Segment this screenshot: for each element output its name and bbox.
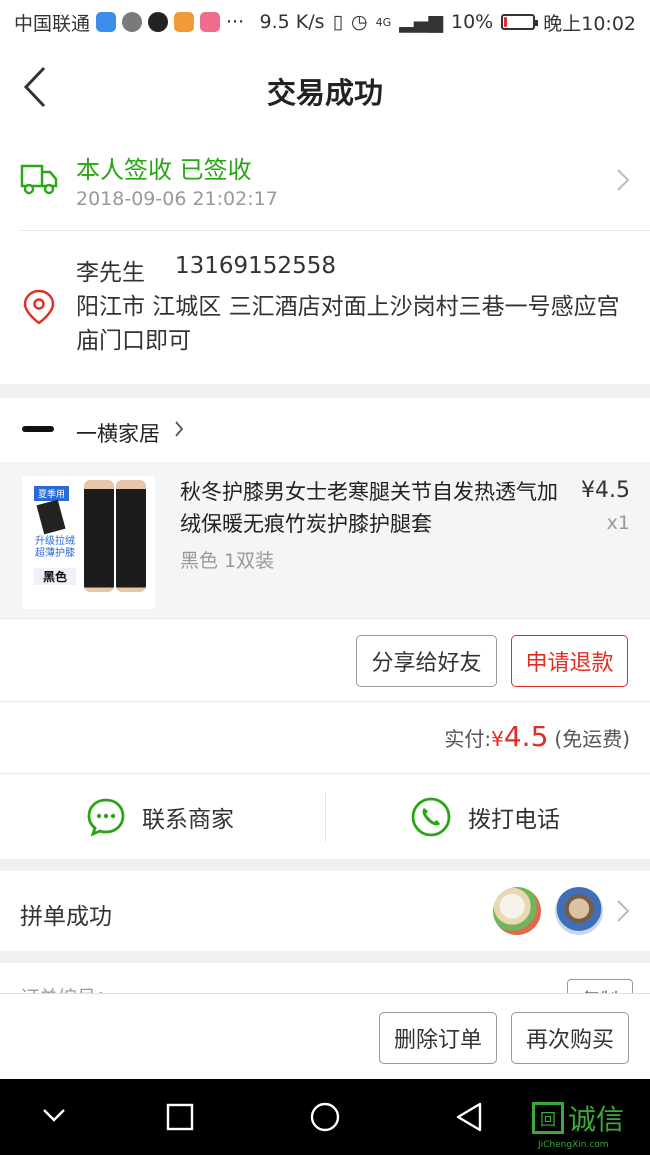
share-button[interactable]: 分享给好友 xyxy=(356,635,497,687)
avatar xyxy=(555,887,603,935)
recipient-name: 李先生 xyxy=(76,260,145,286)
payment-currency: ¥ xyxy=(491,727,504,751)
shop-row[interactable]: 一横家居 xyxy=(0,398,650,462)
nav-header: 交易成功 xyxy=(0,44,650,130)
recent-apps-icon[interactable] xyxy=(166,1103,194,1131)
video-app-icon xyxy=(174,12,195,32)
location-pin-icon xyxy=(23,289,55,325)
group-buy-label: 拼单成功 xyxy=(20,904,112,930)
vibrate-icon: ▯ xyxy=(332,11,344,33)
product-thumbnail: 夏季用 升级拉绒 超薄护膝 黑色 xyxy=(22,476,155,609)
payment-row: 实付: ¥4.5 (免运费) xyxy=(444,720,630,753)
payment-label: 实付: xyxy=(444,727,492,751)
delete-order-button[interactable]: 删除订单 xyxy=(379,1012,497,1064)
order-info: 订单编号： 复制 xyxy=(0,963,650,993)
chevron-right-icon xyxy=(617,900,630,922)
watermark-subtext: JiChengXin.com xyxy=(538,1140,609,1150)
contact-merchant-label: 联系商家 xyxy=(142,807,234,833)
thumb-color: 黑色 xyxy=(34,568,76,585)
knee-pad-right xyxy=(116,480,146,592)
contact-row: 联系商家 拨打电话 xyxy=(0,773,650,859)
watermark-text: 诚信 xyxy=(568,1103,625,1136)
battery-percent: 10% xyxy=(451,11,494,33)
order-detail-screen: 中国联通 ··· 9.5 K/s ▯ ◷ 4G ▂▄▆ 10% 晚上10:02 … xyxy=(0,0,650,1155)
knee-pad-shape-small xyxy=(36,499,66,535)
payment-value: 4.5 xyxy=(503,720,549,753)
call-phone-button[interactable]: 拨打电话 xyxy=(410,774,560,860)
delivery-status: 本人签收 已签收 xyxy=(76,156,252,184)
recipient-phone: 13169152558 xyxy=(175,253,336,279)
battery-icon xyxy=(501,14,539,30)
tiktok-icon xyxy=(148,12,169,32)
alarm-icon: ◷ xyxy=(351,11,368,33)
bottom-action-bar: 删除订单 再次购买 xyxy=(0,993,650,1079)
chat-app-icon xyxy=(200,12,221,32)
recipient-address: 阳江市 江城区 三汇酒店对面上沙岗村三巷一号感应宫庙门口即可 xyxy=(76,294,620,354)
truck-icon xyxy=(20,164,58,195)
thumb-tag: 夏季用 xyxy=(34,486,70,501)
shop-logo xyxy=(22,426,54,432)
signal-icon: ▂▄▆ xyxy=(399,11,443,33)
thumb-line1: 升级拉绒 xyxy=(35,536,75,547)
status-bar-right: 9.5 K/s ▯ ◷ 4G ▂▄▆ 10% 晚上10:02 xyxy=(260,9,636,36)
shop-order-card: 一横家居 夏季用 升级拉绒 超薄护膝 黑色 秋冬护膝男女士老寒腿关节自发热透气加… xyxy=(0,398,650,701)
thumb-line2: 超薄护膝 xyxy=(35,548,75,559)
chat-bubble-icon xyxy=(87,798,125,837)
payment-summary: 实付: ¥4.5 (免运费) xyxy=(0,701,650,773)
shop-name: 一横家居 xyxy=(76,422,160,446)
product-title: 秋冬护膝男女士老寒腿关节自发热透气加绒保暖无痕竹炭护膝护腿套 xyxy=(180,480,558,536)
contact-merchant-button[interactable]: 联系商家 xyxy=(86,774,234,860)
network-type: 4G xyxy=(375,15,392,29)
order-number-label: 订单编号： xyxy=(20,983,115,993)
more-notifications-icon: ··· xyxy=(226,11,245,33)
product-item[interactable]: 夏季用 升级拉绒 超薄护膝 黑色 秋冬护膝男女士老寒腿关节自发热透气加绒保暖无痕… xyxy=(0,462,650,618)
call-phone-label: 拨打电话 xyxy=(468,807,560,833)
battery-fill xyxy=(504,17,508,27)
buy-again-button[interactable]: 再次购买 xyxy=(511,1012,629,1064)
knee-pad-left xyxy=(84,480,114,592)
divider xyxy=(20,230,650,231)
page-title: 交易成功 xyxy=(266,76,383,110)
shield-app-icon xyxy=(96,12,117,32)
delivery-status-row[interactable]: 本人签收 已签收 2018-09-06 21:02:17 xyxy=(0,130,650,230)
payment-amount: ¥4.5 xyxy=(491,720,548,753)
avatar xyxy=(493,887,541,935)
refund-button[interactable]: 申请退款 xyxy=(511,635,628,687)
copy-button[interactable]: 复制 xyxy=(567,979,633,993)
network-speed: 9.5 K/s xyxy=(259,11,325,33)
watermark-box-icon: 回 xyxy=(532,1102,564,1134)
divider xyxy=(0,618,650,619)
delivery-time: 2018-09-06 21:02:17 xyxy=(76,188,278,210)
chevron-down-icon[interactable] xyxy=(40,1105,68,1125)
chevron-right-icon xyxy=(175,421,184,437)
phone-icon xyxy=(411,797,451,837)
divider xyxy=(325,792,326,842)
home-icon[interactable] xyxy=(309,1101,341,1133)
product-price: ¥4.5 xyxy=(581,478,630,503)
status-bar-left: 中国联通 ··· xyxy=(14,9,244,36)
wechat-icon xyxy=(122,12,143,32)
chevron-right-icon xyxy=(617,169,630,191)
back-nav-icon[interactable] xyxy=(454,1101,484,1133)
carrier-name: 中国联通 xyxy=(14,12,91,35)
product-spec: 黑色 1双装 xyxy=(180,550,275,572)
product-quantity: x1 xyxy=(606,512,630,534)
status-bar: 中国联通 ··· 9.5 K/s ▯ ◷ 4G ▂▄▆ 10% 晚上10:02 xyxy=(0,0,650,44)
group-buy-row[interactable]: 拼单成功 xyxy=(0,871,650,951)
payment-note: (免运费) xyxy=(554,727,630,751)
watermark-logo: 回 诚信 xyxy=(532,1098,624,1138)
clock: 晚上10:02 xyxy=(543,12,636,35)
delivery-address-card: 本人签收 已签收 2018-09-06 21:02:17 李先生 1316915… xyxy=(0,130,650,384)
